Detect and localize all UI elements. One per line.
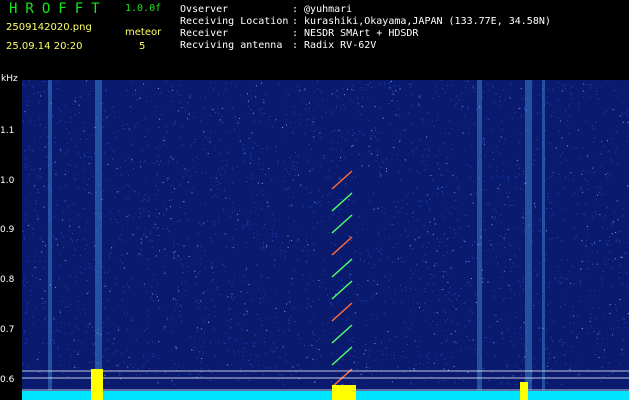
freq-tick: 1.1 (0, 126, 15, 136)
app-version: 1.0.0f (125, 3, 162, 14)
spectrogram-background (22, 80, 629, 400)
freq-tick: 1.0 (0, 176, 15, 186)
freq-tick: 0.9 (0, 225, 15, 235)
meteor-count: 5 (139, 41, 146, 52)
timestamp: 25.09.14 20:20 (6, 41, 83, 52)
freq-tick: 0.6 (0, 375, 15, 385)
antenna-label: Recviving antenna (180, 40, 283, 51)
freq-tick: 0.8 (0, 275, 15, 285)
location-value: : kurashiki,Okayama,JAPAN (133.77E, 34.5… (292, 16, 551, 27)
observer-label: Ovserver (180, 4, 229, 15)
spectrogram-view (22, 80, 629, 400)
location-label: Receiving Location (180, 16, 289, 27)
header-panel: HROFFT 1.0.0f 2509142020.png meteor 5 25… (0, 0, 629, 80)
freq-unit-label: kHz (1, 74, 18, 84)
meteor-label: meteor (125, 27, 162, 38)
receiver-value: : NESDR SMArt + HDSDR (292, 28, 419, 39)
observer-value: : @yuhmari (292, 4, 353, 15)
app-name: HROFFT (9, 1, 108, 17)
receiver-label: Receiver (180, 28, 229, 39)
antenna-value: : Radix RV-62V (292, 40, 377, 51)
file-name: 2509142020.png (6, 22, 92, 33)
freq-tick: 0.7 (0, 325, 15, 335)
